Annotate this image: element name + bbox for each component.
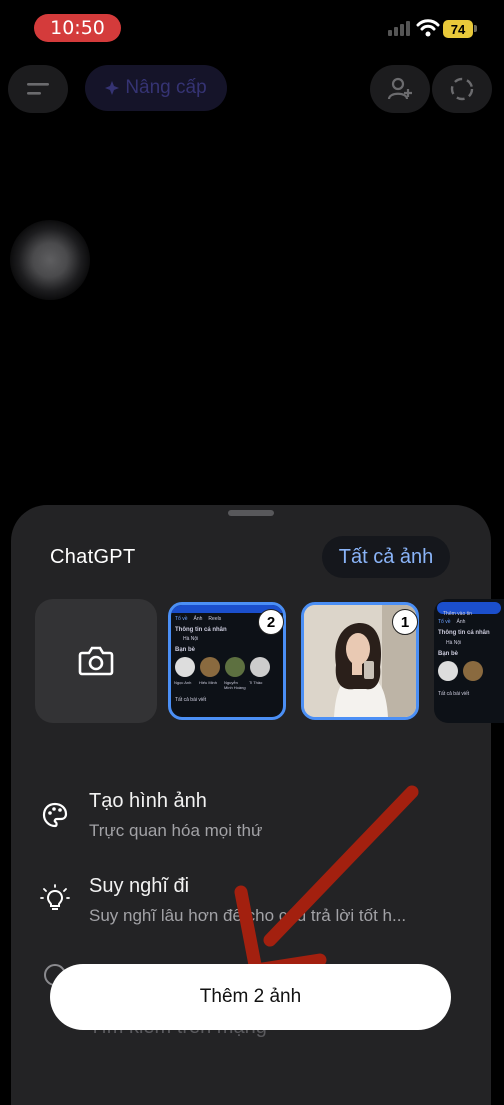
lightbulb-icon <box>40 884 70 910</box>
status-time: 10:50 <box>34 14 121 42</box>
mini-avatar <box>250 657 270 677</box>
bottom-fade <box>11 1040 491 1088</box>
mini-tab: Ảnh <box>456 619 466 625</box>
upgrade-label: Nâng cấp <box>125 77 207 98</box>
camera-icon <box>78 646 114 676</box>
mini-avatar <box>438 661 458 681</box>
menu-create-image-title[interactable]: Tạo hình ảnh <box>89 790 207 813</box>
sheet-drag-handle[interactable] <box>228 510 274 516</box>
cellular-signal-icon <box>388 21 410 36</box>
mini-friend-name: Ti Thảo <box>249 680 263 685</box>
mini-posts-label: Tất cả bài viết <box>175 697 207 703</box>
mini-friends-label: Bạn bè <box>175 647 196 653</box>
menu-think-subtitle: Suy nghĩ lâu hơn để cho câu trả lời tốt … <box>89 906 407 925</box>
mini-location: Hà Nội <box>446 640 462 646</box>
sparkle-icon <box>105 81 120 95</box>
mini-avatar <box>175 657 195 677</box>
mini-tab: Reels <box>208 616 222 622</box>
mini-friend-name: Ngọc Anh <box>174 680 192 685</box>
upgrade-button[interactable]: Nâng cấp <box>85 65 227 111</box>
mini-tab: Tổ về <box>175 616 188 622</box>
mini-avatar <box>200 657 220 677</box>
mini-avatar <box>225 657 245 677</box>
wifi-icon <box>416 19 440 37</box>
temporary-chat-button[interactable] <box>432 65 492 113</box>
battery-tip <box>474 25 477 32</box>
mini-location: Hà Nội <box>183 636 199 642</box>
mini-friends-label: Bạn bè <box>438 651 459 657</box>
menu-think-title[interactable]: Suy nghĩ đi <box>89 875 189 898</box>
all-photos-button[interactable]: Tất cả ảnh <box>322 536 450 578</box>
mini-posts-label: Tất cả bài viết <box>438 691 470 697</box>
sheet-title: ChatGPT <box>50 546 136 568</box>
voice-orb[interactable] <box>10 220 90 300</box>
selection-badge: 2 <box>258 609 284 635</box>
mini-friend-name: Nguyễn Minh Hoàng <box>224 680 246 690</box>
hamburger-icon <box>27 83 49 95</box>
mini-header: Thông tin cá nhân <box>438 630 490 636</box>
photo-thumbnail-screenshot-partial[interactable]: Thêm vào tin Tổ về Ảnh Thông tin cá nhân… <box>434 599 504 723</box>
mini-tab: Ảnh <box>193 616 203 622</box>
add-person-icon <box>387 77 412 100</box>
menu-button[interactable] <box>8 65 68 113</box>
mini-friend-name: Hiếu Minh <box>199 680 218 685</box>
mini-tab: Tổ về <box>438 619 451 625</box>
menu-create-image-subtitle: Trực quan hóa mọi thứ <box>89 821 263 840</box>
dashed-circle-icon <box>450 77 474 101</box>
mini-add-story-bar: Thêm vào tin <box>437 602 501 617</box>
add-person-button[interactable] <box>370 65 430 113</box>
add-photos-button[interactable]: Thêm 2 ảnh <box>50 964 451 1030</box>
mini-avatar <box>463 661 483 681</box>
camera-button[interactable] <box>35 599 157 723</box>
battery-indicator: 74 <box>443 20 473 38</box>
palette-icon <box>42 802 68 828</box>
selection-badge: 1 <box>392 609 418 635</box>
